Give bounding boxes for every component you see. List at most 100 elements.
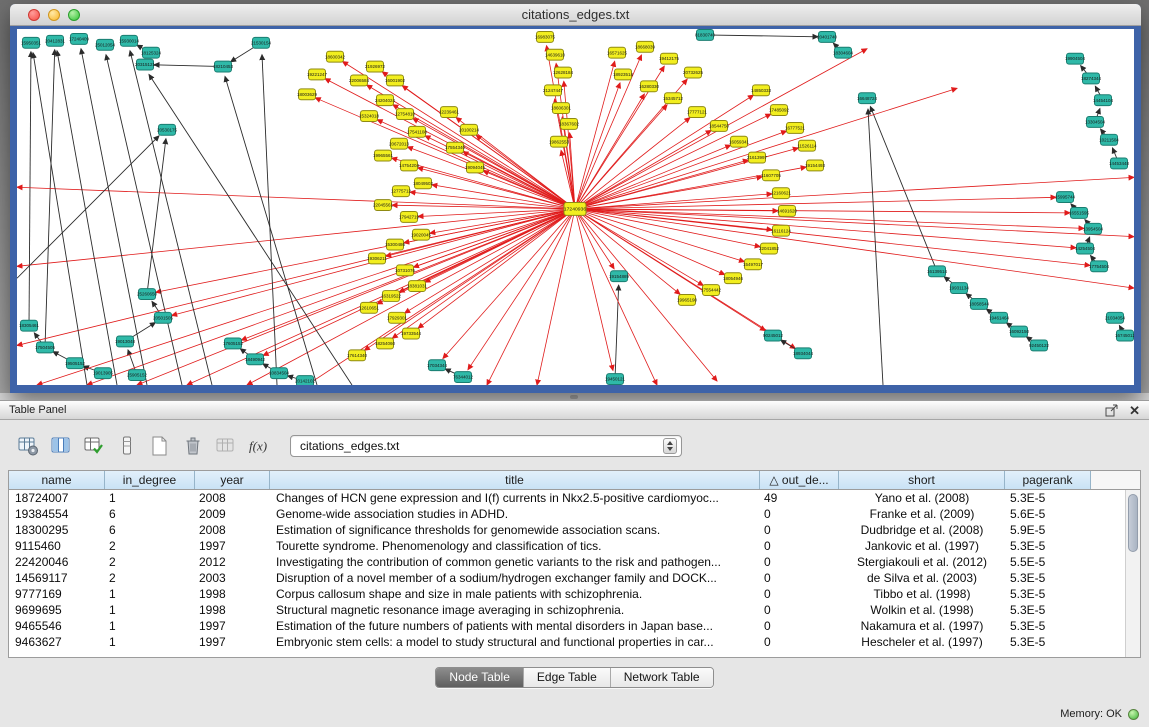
split-handle-knob[interactable] bbox=[570, 395, 578, 399]
table-cell[interactable]: 0 bbox=[760, 602, 839, 618]
table-cell[interactable]: 0 bbox=[760, 618, 839, 634]
table-cell[interactable]: 0 bbox=[760, 522, 839, 538]
table-cell[interactable]: 22420046 bbox=[9, 554, 105, 570]
table-cell[interactable]: 1997 bbox=[195, 618, 270, 634]
table-cell[interactable]: 6 bbox=[105, 522, 195, 538]
network-view-window[interactable]: citations_edges.txt 17240936186003421922… bbox=[10, 4, 1141, 393]
table-cell[interactable]: 0 bbox=[760, 634, 839, 650]
table-cell[interactable]: Stergiakouli et al. (2012) bbox=[839, 554, 1005, 570]
import-table-icon[interactable] bbox=[212, 433, 239, 459]
table-cell[interactable]: 1 bbox=[105, 634, 195, 650]
table-cell[interactable]: 1 bbox=[105, 586, 195, 602]
table-cell[interactable]: 2 bbox=[105, 554, 195, 570]
table-cell[interactable]: 2008 bbox=[195, 490, 270, 506]
table-cell[interactable]: 1 bbox=[105, 490, 195, 506]
edit-columns-icon[interactable] bbox=[80, 433, 107, 459]
table-cell[interactable]: 0 bbox=[760, 586, 839, 602]
table-row[interactable]: 969969511998Structural magnetic resonanc… bbox=[9, 602, 1140, 618]
table-cell[interactable]: 1 bbox=[105, 602, 195, 618]
table-row[interactable]: 2242004622012Investigating the contribut… bbox=[9, 554, 1140, 570]
table-cell[interactable]: 18300295 bbox=[9, 522, 105, 538]
table-cell[interactable]: Wolkin et al. (1998) bbox=[839, 602, 1005, 618]
table-cell[interactable]: Hescheler et al. (1997) bbox=[839, 634, 1005, 650]
table-cell[interactable]: 0 bbox=[760, 506, 839, 522]
table-cell[interactable]: 9699695 bbox=[9, 602, 105, 618]
table-cell[interactable]: Structural magnetic resonance image aver… bbox=[270, 602, 760, 618]
create-table-icon[interactable] bbox=[146, 433, 173, 459]
window-close-button[interactable] bbox=[28, 9, 40, 21]
column-header[interactable]: title bbox=[270, 471, 760, 489]
table-cell[interactable]: 18724007 bbox=[9, 490, 105, 506]
table-cell[interactable]: 2008 bbox=[195, 522, 270, 538]
table-cell[interactable]: 5.3E-5 bbox=[1005, 618, 1091, 634]
table-cell[interactable]: 9465546 bbox=[9, 618, 105, 634]
column-header[interactable]: short bbox=[839, 471, 1005, 489]
table-cell[interactable]: de Silva et al. (2003) bbox=[839, 570, 1005, 586]
table-cell[interactable]: Dudbridge et al. (2008) bbox=[839, 522, 1005, 538]
table-cell[interactable]: 5.6E-5 bbox=[1005, 506, 1091, 522]
table-cell[interactable]: 2003 bbox=[195, 570, 270, 586]
network-canvas-svg[interactable]: 1724093618600342192212471800362922006584… bbox=[17, 29, 1134, 385]
table-cell[interactable]: 19384554 bbox=[9, 506, 105, 522]
vertical-scrollbar[interactable] bbox=[1125, 490, 1140, 657]
table-selector[interactable]: citations_edges.txt bbox=[290, 435, 682, 457]
delete-table-icon[interactable] bbox=[179, 433, 206, 459]
table-cell[interactable]: 5.3E-5 bbox=[1005, 602, 1091, 618]
tab-network-table[interactable]: Network Table bbox=[610, 668, 713, 687]
memory-indicator[interactable] bbox=[1128, 709, 1139, 720]
table-cell[interactable]: Tibbo et al. (1998) bbox=[839, 586, 1005, 602]
table-row[interactable]: 977716911998Corpus callosum shape and si… bbox=[9, 586, 1140, 602]
column-width-icon[interactable] bbox=[113, 433, 140, 459]
scrollbar-thumb[interactable] bbox=[1128, 494, 1138, 552]
table-row[interactable]: 1938455462009Genome-wide association stu… bbox=[9, 506, 1140, 522]
table-cell[interactable]: 5.3E-5 bbox=[1005, 538, 1091, 554]
table-cell[interactable]: Investigating the contribution of common… bbox=[270, 554, 760, 570]
window-minimize-button[interactable] bbox=[48, 9, 60, 21]
table-cell[interactable]: 5.3E-5 bbox=[1005, 490, 1091, 506]
table-cell[interactable]: 1 bbox=[105, 618, 195, 634]
table-cell[interactable]: 6 bbox=[105, 506, 195, 522]
tab-node-table[interactable]: Node Table bbox=[436, 668, 523, 687]
column-header[interactable]: pagerank bbox=[1005, 471, 1091, 489]
column-header[interactable]: year bbox=[195, 471, 270, 489]
table-cell[interactable]: 1997 bbox=[195, 634, 270, 650]
table-row[interactable]: 946554611997Estimation of the future num… bbox=[9, 618, 1140, 634]
table-cell[interactable]: 9777169 bbox=[9, 586, 105, 602]
table-cell[interactable]: Disruption of a novel member of a sodium… bbox=[270, 570, 760, 586]
function-builder-icon[interactable]: f(x) bbox=[245, 433, 272, 459]
table-settings-icon[interactable] bbox=[14, 433, 41, 459]
split-handle[interactable] bbox=[0, 393, 1149, 400]
table-cell[interactable]: Estimation of significance thresholds fo… bbox=[270, 522, 760, 538]
table-cell[interactable]: Franke et al. (2009) bbox=[839, 506, 1005, 522]
table-cell[interactable]: 2012 bbox=[195, 554, 270, 570]
table-cell[interactable]: 1998 bbox=[195, 586, 270, 602]
table-cell[interactable]: Nakamura et al. (1997) bbox=[839, 618, 1005, 634]
column-header[interactable]: in_degree bbox=[105, 471, 195, 489]
table-cell[interactable]: 5.5E-5 bbox=[1005, 554, 1091, 570]
table-cell[interactable]: 9115460 bbox=[9, 538, 105, 554]
table-cell[interactable]: Yano et al. (2008) bbox=[839, 490, 1005, 506]
table-cell[interactable]: 49 bbox=[760, 490, 839, 506]
tab-edge-table[interactable]: Edge Table bbox=[523, 668, 610, 687]
window-zoom-button[interactable] bbox=[68, 9, 80, 21]
window-titlebar[interactable]: citations_edges.txt bbox=[10, 4, 1141, 26]
show-columns-icon[interactable] bbox=[47, 433, 74, 459]
table-cell[interactable]: Embryonic stem cells: a model to study s… bbox=[270, 634, 760, 650]
table-cell[interactable]: 9463627 bbox=[9, 634, 105, 650]
table-cell[interactable]: 14569117 bbox=[9, 570, 105, 586]
table-cell[interactable]: Tourette syndrome. Phenomenology and cla… bbox=[270, 538, 760, 554]
table-cell[interactable]: Genome-wide association studies in ADHD. bbox=[270, 506, 760, 522]
table-row[interactable]: 1872400712008Changes of HCN gene express… bbox=[9, 490, 1140, 506]
network-canvas[interactable]: 1724093618600342192212471800362922006584… bbox=[17, 29, 1134, 385]
table-cell[interactable]: 2 bbox=[105, 538, 195, 554]
table-cell[interactable]: Estimation of the future numbers of pati… bbox=[270, 618, 760, 634]
table-cell[interactable]: 1998 bbox=[195, 602, 270, 618]
table-cell[interactable]: 2 bbox=[105, 570, 195, 586]
table-row[interactable]: 1830029562008Estimation of significance … bbox=[9, 522, 1140, 538]
table-row[interactable]: 1456911722003Disruption of a novel membe… bbox=[9, 570, 1140, 586]
column-header[interactable]: △ out_de... bbox=[760, 471, 839, 489]
float-panel-icon[interactable] bbox=[1105, 404, 1119, 417]
table-row[interactable]: 946362711997Embryonic stem cells: a mode… bbox=[9, 634, 1140, 650]
table-cell[interactable]: Jankovic et al. (1997) bbox=[839, 538, 1005, 554]
table-cell[interactable]: Corpus callosum shape and size in male p… bbox=[270, 586, 760, 602]
